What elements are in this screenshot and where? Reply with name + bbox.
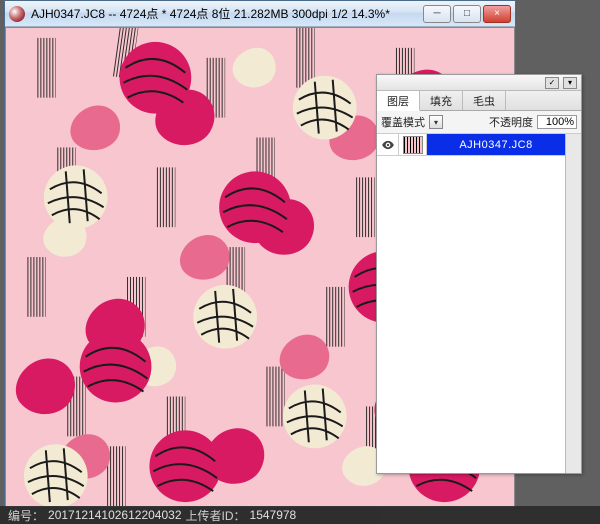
maximize-button[interactable]: □ <box>453 5 481 23</box>
thumbnail-image <box>403 136 423 154</box>
layer-thumbnail[interactable] <box>399 134 427 155</box>
layer-name[interactable]: AJH0347.JC8 <box>427 134 565 155</box>
window-controls: ─ □ × <box>423 5 511 23</box>
item-id-label: 编号： <box>8 507 44 524</box>
opacity-label: 不透明度 <box>489 114 533 130</box>
tab-fill[interactable]: 填充 <box>420 91 463 110</box>
blend-mode-select[interactable]: ▾ <box>429 115 443 129</box>
panel-header: ✓ ▾ <box>377 75 581 91</box>
eye-icon <box>381 138 395 152</box>
titlebar[interactable]: AJH0347.JC8 -- 4724点 * 4724点 8位 21.282MB… <box>5 1 515 27</box>
minimize-button[interactable]: ─ <box>423 5 451 23</box>
app-icon <box>9 6 25 22</box>
panel-pin-button[interactable]: ✓ <box>545 77 559 89</box>
panel-body: AJH0347.JC8 <box>377 134 581 473</box>
close-button[interactable]: × <box>483 5 511 23</box>
panel-menu-button[interactable]: ▾ <box>563 77 577 89</box>
visibility-toggle[interactable] <box>377 134 399 155</box>
layer-row[interactable]: AJH0347.JC8 <box>377 134 565 156</box>
panel-scrollbar[interactable] <box>565 134 581 473</box>
tab-brush[interactable]: 毛虫 <box>463 91 506 110</box>
uploader-id-label: 上传者ID： <box>186 507 246 524</box>
layers-panel[interactable]: ✓ ▾ 图层 填充 毛虫 覆盖模式 ▾ 不透明度 100% <box>376 74 582 474</box>
opacity-input[interactable]: 100% <box>537 115 577 129</box>
blend-mode-row: 覆盖模式 ▾ 不透明度 100% <box>377 111 581 134</box>
tab-layers[interactable]: 图层 <box>377 91 420 111</box>
blend-mode-label: 覆盖模式 <box>381 114 425 130</box>
layer-list-empty <box>377 156 565 473</box>
info-bar: 编号： 20171214102612204032 上传者ID： 1547978 <box>0 506 600 524</box>
uploader-id-value: 1547978 <box>250 508 297 522</box>
item-id-value: 20171214102612204032 <box>48 508 181 522</box>
window-title: AJH0347.JC8 -- 4724点 * 4724点 8位 21.282MB… <box>31 5 423 22</box>
panel-tabs: 图层 填充 毛虫 <box>377 91 581 111</box>
